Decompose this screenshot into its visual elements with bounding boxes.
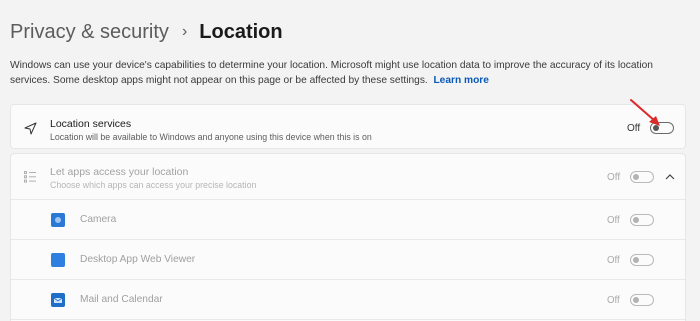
apps-access-card: Let apps access your location Choose whi…: [10, 153, 686, 321]
app-toggle[interactable]: [630, 294, 654, 306]
app-name: Mail and Calendar: [80, 294, 163, 305]
learn-more-link[interactable]: Learn more: [433, 75, 488, 86]
app-state: Off: [607, 255, 620, 266]
chevron-up-icon[interactable]: [665, 173, 675, 180]
breadcrumb-separator: ›: [181, 23, 188, 40]
location-services-subtitle: Location will be available to Windows an…: [50, 132, 372, 142]
web-viewer-icon: [51, 253, 65, 267]
apps-access-state: Off: [607, 172, 621, 183]
camera-icon: [51, 213, 65, 227]
app-name: Camera: [80, 214, 117, 225]
apps-access-title: Let apps access your location: [50, 166, 189, 178]
app-row-mail-and-calendar: Mail and Calendar Off: [11, 280, 685, 320]
page-description: Windows can use your device's capabiliti…: [10, 58, 690, 88]
description-text: Windows can use your device's capabiliti…: [10, 60, 653, 86]
app-name: Desktop App Web Viewer: [80, 254, 196, 265]
location-services-title: Location services: [50, 118, 132, 130]
app-toggle[interactable]: [630, 214, 654, 226]
app-row-desktop-app-web-viewer: Desktop App Web Viewer Off: [11, 240, 685, 280]
apps-access-header[interactable]: Let apps access your location Choose whi…: [11, 154, 685, 200]
apps-access-subtitle: Choose which apps can access your precis…: [50, 180, 257, 190]
location-services-card: Location services Location will be avail…: [10, 104, 686, 149]
app-state: Off: [607, 215, 620, 226]
list-icon: [24, 171, 36, 183]
annotation-arrow-icon: [630, 99, 660, 126]
page-title: Location: [199, 21, 283, 43]
app-row-camera: Camera Off: [11, 200, 685, 240]
location-services-row: Location services Location will be avail…: [11, 105, 685, 150]
breadcrumb: Privacy & security › Location: [10, 18, 283, 46]
breadcrumb-parent[interactable]: Privacy & security: [10, 18, 169, 46]
mail-icon: [51, 293, 65, 307]
app-state: Off: [607, 295, 620, 306]
location-arrow-icon: [24, 122, 37, 135]
apps-access-toggle[interactable]: [630, 171, 654, 183]
app-toggle[interactable]: [630, 254, 654, 266]
